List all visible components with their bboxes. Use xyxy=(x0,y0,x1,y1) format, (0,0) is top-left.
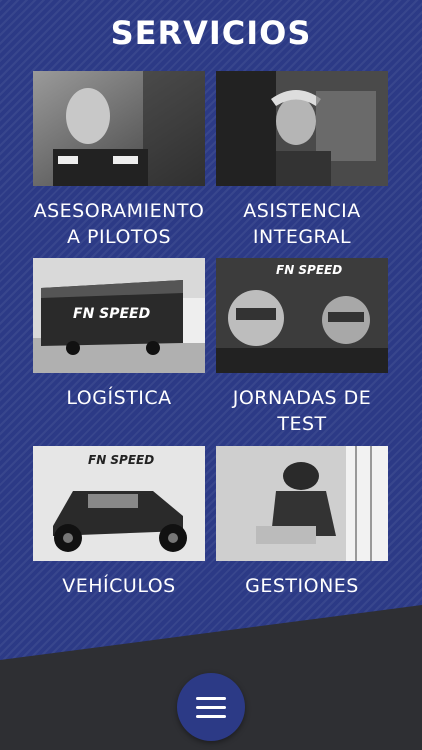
cockpit-photo: FN SPEED xyxy=(216,258,388,373)
service-card-logistica[interactable]: FN SPEED LOGÍSTICA xyxy=(33,258,205,411)
service-label: GESTIONES xyxy=(245,575,359,597)
service-card-asesoramiento[interactable]: ASESORAMIENTO A PILOTOS xyxy=(33,71,205,250)
truck-image: FN SPEED xyxy=(33,258,205,373)
service-card-jornadas[interactable]: FN SPEED JORNADAS DE TEST xyxy=(216,258,388,437)
service-label: ASESORAMIENTO A PILOTOS xyxy=(33,200,205,248)
svg-text:FN SPEED: FN SPEED xyxy=(73,306,150,322)
service-label: VEHÍCULOS xyxy=(62,575,176,597)
driver-portrait-photo xyxy=(33,71,205,186)
service-card-asistencia[interactable]: ASISTENCIA INTEGRAL xyxy=(216,71,388,250)
buggy-photo: FN SPEED xyxy=(33,446,205,561)
driver-portrait-image xyxy=(33,71,205,186)
service-card-gestiones[interactable]: GESTIONES xyxy=(216,446,388,599)
truck-photo: FN SPEED xyxy=(33,258,205,373)
roadbook-photo xyxy=(216,446,388,561)
svg-text:FN SPEED: FN SPEED xyxy=(276,263,342,277)
roadbook-image xyxy=(216,446,388,561)
svg-text:FN SPEED: FN SPEED xyxy=(88,453,154,467)
mechanic-photo xyxy=(216,71,388,186)
page-title: SERVICIOS xyxy=(110,14,312,52)
service-label: LOGÍSTICA xyxy=(66,387,172,409)
service-label: JORNADAS DE TEST xyxy=(232,387,372,435)
service-card-vehiculos[interactable]: FN SPEED VEHÍCULOS xyxy=(33,446,205,599)
mechanic-image xyxy=(216,71,388,186)
menu-button[interactable] xyxy=(177,673,245,741)
buggy-image: FN SPEED xyxy=(33,446,205,561)
cockpit-image: FN SPEED xyxy=(216,258,388,373)
service-label: ASISTENCIA INTEGRAL xyxy=(243,200,361,248)
